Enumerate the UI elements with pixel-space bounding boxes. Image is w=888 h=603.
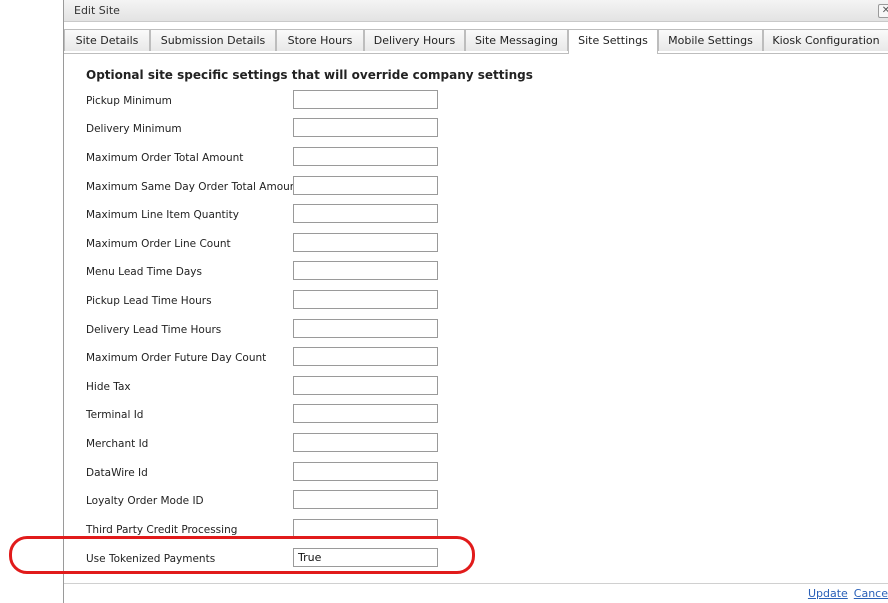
tab-submission-details[interactable]: Submission Details (150, 29, 276, 51)
tab-delivery-hours[interactable]: Delivery Hours (364, 29, 465, 51)
field-row-max-future-day-count: Maximum Order Future Day Count (64, 347, 888, 369)
tab-store-hours[interactable]: Store Hours (276, 29, 364, 51)
merchant-id-input[interactable] (293, 433, 438, 452)
max-order-line-count-input[interactable] (293, 233, 438, 252)
field-row-delivery-lead-time: Delivery Lead Time Hours (64, 319, 888, 341)
field-label: Maximum Order Line Count (86, 238, 231, 250)
field-row-delivery-minimum: Delivery Minimum (64, 118, 888, 140)
field-row-max-order-total: Maximum Order Total Amount (64, 147, 888, 169)
cancel-link[interactable]: Cance (854, 587, 888, 600)
tab-site-messaging[interactable]: Site Messaging (465, 29, 568, 51)
field-label: Delivery Lead Time Hours (86, 324, 222, 336)
footer-divider (64, 583, 888, 584)
field-row-pickup-minimum: Pickup Minimum (64, 90, 888, 112)
max-line-item-qty-input[interactable] (293, 204, 438, 223)
terminal-id-input[interactable] (293, 404, 438, 423)
pickup-lead-time-input[interactable] (293, 290, 438, 309)
footer-actions: Update Cance (802, 587, 888, 600)
field-row-merchant-id: Merchant Id (64, 433, 888, 455)
close-icon[interactable]: ✕ (878, 4, 888, 18)
field-label: Maximum Same Day Order Total Amount (86, 181, 301, 193)
max-same-day-total-input[interactable] (293, 176, 438, 195)
tab-site-details[interactable]: Site Details (64, 29, 150, 51)
field-row-max-line-item-qty: Maximum Line Item Quantity (64, 204, 888, 226)
field-label: Pickup Lead Time Hours (86, 295, 212, 307)
edit-site-dialog: Edit Site ✕ Site Details Submission Deta… (64, 0, 888, 603)
tab-site-settings[interactable]: Site Settings (568, 29, 658, 54)
field-row-menu-lead-time: Menu Lead Time Days (64, 261, 888, 283)
hide-tax-input[interactable] (293, 376, 438, 395)
max-future-day-count-input[interactable] (293, 347, 438, 366)
dialog-titlebar: Edit Site ✕ (64, 0, 888, 22)
pickup-minimum-input[interactable] (293, 90, 438, 109)
field-label: DataWire Id (86, 467, 148, 479)
update-link[interactable]: Update (808, 587, 848, 600)
tab-bar: Site Details Submission Details Store Ho… (64, 29, 888, 54)
delivery-minimum-input[interactable] (293, 118, 438, 137)
field-label: Menu Lead Time Days (86, 266, 202, 278)
field-label: Loyalty Order Mode ID (86, 495, 204, 507)
field-label: Maximum Line Item Quantity (86, 209, 239, 221)
loyalty-order-mode-input[interactable] (293, 490, 438, 509)
field-label: Maximum Order Future Day Count (86, 352, 267, 364)
field-row-terminal-id: Terminal Id (64, 404, 888, 426)
field-label: Terminal Id (86, 409, 144, 421)
datawire-id-input[interactable] (293, 462, 438, 481)
field-label: Hide Tax (86, 381, 131, 393)
delivery-lead-time-input[interactable] (293, 319, 438, 338)
settings-heading: Optional site specific settings that wil… (86, 68, 533, 82)
field-row-max-same-day-total: Maximum Same Day Order Total Amount (64, 176, 888, 198)
tab-kiosk-configuration[interactable]: Kiosk Configuration (763, 29, 888, 51)
field-row-loyalty-order-mode: Loyalty Order Mode ID (64, 490, 888, 512)
field-label: Third Party Credit Processing (86, 524, 238, 536)
dialog-title: Edit Site (74, 4, 120, 17)
field-row-pickup-lead-time: Pickup Lead Time Hours (64, 290, 888, 312)
field-row-hide-tax: Hide Tax (64, 376, 888, 398)
field-row-datawire-id: DataWire Id (64, 462, 888, 484)
field-label: Maximum Order Total Amount (86, 152, 244, 164)
field-label: Delivery Minimum (86, 123, 182, 135)
field-label: Pickup Minimum (86, 95, 172, 107)
field-row-max-order-line-count: Maximum Order Line Count (64, 233, 888, 255)
red-highlight-annotation (9, 536, 475, 574)
tab-mobile-settings[interactable]: Mobile Settings (658, 29, 763, 51)
field-label: Merchant Id (86, 438, 149, 450)
max-order-total-input[interactable] (293, 147, 438, 166)
menu-lead-time-input[interactable] (293, 261, 438, 280)
